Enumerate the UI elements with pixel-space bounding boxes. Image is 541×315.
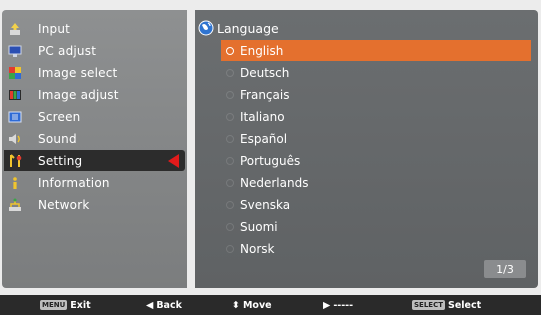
- language-title-label: Language: [217, 20, 279, 36]
- radio-icon: [226, 112, 234, 121]
- language-option-francais[interactable]: Français: [221, 84, 531, 105]
- language-option-nederlands[interactable]: Nederlands: [221, 172, 531, 193]
- language-option-label: Italiano: [240, 109, 285, 124]
- language-option-label: Deutsch: [240, 65, 290, 80]
- up-down-arrow-icon: ⬍: [232, 299, 240, 311]
- language-option-portugues[interactable]: Português: [221, 150, 531, 171]
- menu-button-badge: MENU: [40, 300, 68, 310]
- footer-move: ⬍ Move: [232, 295, 272, 315]
- language-option-espanol[interactable]: Español: [221, 128, 531, 149]
- network-icon: [8, 198, 22, 212]
- language-option-label: Português: [240, 153, 301, 168]
- image-adjust-icon: [8, 88, 22, 102]
- next-label: -----: [333, 299, 354, 311]
- exit-label: Exit: [70, 299, 91, 311]
- language-option-english[interactable]: English: [221, 40, 531, 61]
- move-label: Move: [242, 299, 272, 311]
- select-label: Select: [447, 299, 482, 311]
- footer-next: ▶ -----: [323, 295, 353, 315]
- footer-back: ◀ Back: [146, 295, 182, 315]
- right-arrow-icon: ▶: [323, 299, 331, 311]
- language-option-label: Nederlands: [240, 175, 309, 190]
- language-option-norsk[interactable]: Norsk: [221, 238, 531, 259]
- menu-item-label: Screen: [38, 109, 81, 124]
- menu-item-image-adjust[interactable]: Image adjust: [4, 84, 185, 105]
- radio-icon: [226, 156, 234, 165]
- menu-item-label: PC adjust: [38, 43, 97, 58]
- language-option-suomi[interactable]: Suomi: [221, 216, 531, 237]
- radio-icon: [226, 200, 234, 209]
- menu-item-label: Image select: [38, 65, 118, 80]
- language-panel-title: Language: [198, 18, 279, 38]
- footer-select: SELECT Select: [412, 295, 481, 315]
- menu-item-image-select[interactable]: Image select: [4, 62, 185, 83]
- language-option-label: Français: [240, 87, 290, 102]
- radio-icon: [226, 178, 234, 187]
- radio-selected-icon: [226, 46, 234, 55]
- footer-exit: MENU Exit: [40, 295, 91, 315]
- input-icon: [8, 22, 22, 36]
- monitor-icon: [8, 44, 22, 58]
- screen-icon: [8, 110, 22, 124]
- image-select-icon: [8, 66, 22, 80]
- radio-icon: [226, 90, 234, 99]
- radio-icon: [226, 222, 234, 231]
- speaker-icon: [8, 132, 22, 146]
- menu-item-label: Information: [38, 175, 110, 190]
- menu-item-label: Sound: [38, 131, 77, 146]
- radio-icon: [226, 68, 234, 77]
- footer-guide-bar: MENU Exit ◀ Back ⬍ Move ▶ ----- SELECT S…: [0, 295, 541, 315]
- menu-item-screen[interactable]: Screen: [4, 106, 185, 127]
- menu-item-label: Image adjust: [38, 87, 119, 102]
- back-label: Back: [156, 299, 182, 311]
- language-option-label: Norsk: [240, 241, 275, 256]
- left-arrow-icon: ◀: [146, 299, 154, 311]
- language-option-label: Español: [240, 131, 288, 146]
- language-option-deutsch[interactable]: Deutsch: [221, 62, 531, 83]
- language-option-label: English: [240, 43, 284, 58]
- menu-item-setting[interactable]: Setting: [4, 150, 185, 171]
- radio-icon: [226, 244, 234, 253]
- menu-item-input[interactable]: Input: [4, 18, 185, 39]
- menu-item-information[interactable]: Information: [4, 172, 185, 193]
- language-option-svenska[interactable]: Svenska: [221, 194, 531, 215]
- globe-icon: [198, 20, 214, 36]
- menu-item-network[interactable]: Network: [4, 194, 185, 215]
- language-option-label: Suomi: [240, 219, 278, 234]
- menu-item-label: Setting: [38, 153, 83, 168]
- menu-item-pc-adjust[interactable]: PC adjust: [4, 40, 185, 61]
- language-option-label: Svenska: [240, 197, 291, 212]
- language-option-italiano[interactable]: Italiano: [221, 106, 531, 127]
- menu-item-label: Network: [38, 197, 90, 212]
- menu-item-sound[interactable]: Sound: [4, 128, 185, 149]
- radio-icon: [226, 134, 234, 143]
- select-button-badge: SELECT: [412, 300, 445, 310]
- menu-item-label: Input: [38, 21, 71, 36]
- selection-arrow-icon: [168, 154, 179, 168]
- page-indicator: 1/3: [484, 260, 526, 278]
- info-icon: [8, 176, 22, 190]
- setting-icon: [8, 153, 22, 168]
